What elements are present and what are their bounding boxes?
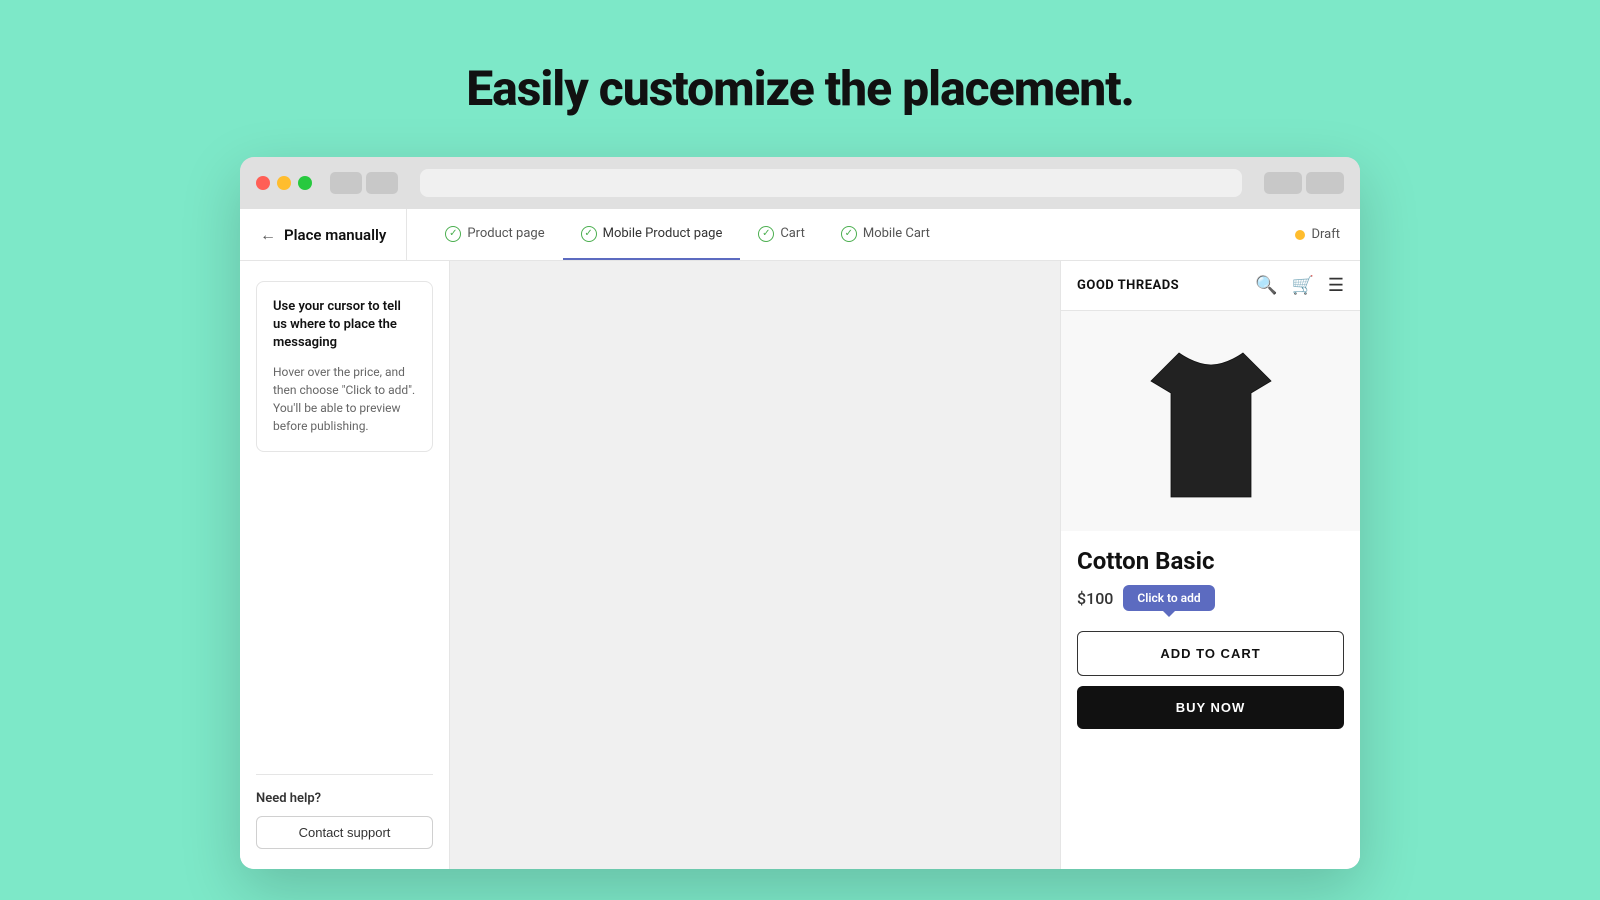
tab-label-mobile-product: Mobile Product page [603,226,723,241]
draft-dot-icon [1295,230,1305,240]
search-icon[interactable]: 🔍 [1255,275,1277,296]
need-help-label: Need help? [256,791,433,806]
tab-label-cart: Cart [780,226,805,241]
left-sidebar: Use your cursor to tell us where to plac… [240,261,450,869]
back-button[interactable]: ← Place manually [260,209,407,260]
instruction-body: Hover over the price, and then choose "C… [273,363,416,435]
instruction-title: Use your cursor to tell us where to plac… [273,298,416,353]
nav-tabs: ✓ Product page ✓ Mobile Product page ✓ C… [427,209,948,260]
browser-nav-buttons [1264,172,1344,194]
traffic-lights [256,176,312,190]
product-name: Cotton Basic [1077,547,1344,575]
menu-icon[interactable]: ☰ [1328,275,1344,296]
tab-check-mobile-product: ✓ [581,226,597,242]
add-to-cart-button[interactable]: ADD TO CART [1077,631,1344,676]
product-image [1131,335,1291,515]
browser-content: ← Place manually ✓ Product page ✓ Mobile… [240,209,1360,869]
minimize-button[interactable] [277,176,291,190]
back-arrow-icon: ← [260,225,276,245]
draft-badge: Draft [1295,227,1340,242]
chrome-tab-buttons [330,172,398,194]
browser-btn-2[interactable] [1306,172,1344,194]
chrome-tab-2[interactable] [366,172,398,194]
page-title: Place manually [284,226,386,244]
price-text: $100 [1077,589,1113,608]
tab-product-page[interactable]: ✓ Product page [427,209,562,260]
buy-now-button[interactable]: BUY NOW [1077,686,1344,729]
need-help-section: Need help? Contact support [256,774,433,849]
draft-label: Draft [1311,227,1340,242]
contact-support-button[interactable]: Contact support [256,816,433,849]
tab-cart[interactable]: ✓ Cart [740,209,823,260]
click-to-add-bubble[interactable]: Click to add [1123,585,1214,611]
tab-label-product-page: Product page [467,226,544,241]
main-layout: Use your cursor to tell us where to plac… [240,261,1360,869]
sidebar-spacer [256,472,433,754]
product-image-area [1061,311,1360,531]
tab-check-product-page: ✓ [445,226,461,242]
browser-window: ← Place manually ✓ Product page ✓ Mobile… [240,157,1360,869]
mobile-preview: GOOD THREADS 🔍 🛒 ☰ Cotton [1060,261,1360,869]
instruction-box: Use your cursor to tell us where to plac… [256,281,433,452]
tab-label-mobile-cart: Mobile Cart [863,226,930,241]
close-button[interactable] [256,176,270,190]
product-details: Cotton Basic $100 Click to add ADD TO CA… [1061,531,1360,745]
maximize-button[interactable] [298,176,312,190]
cart-icon[interactable]: 🛒 [1291,275,1313,296]
browser-btn-1[interactable] [1264,172,1302,194]
tab-check-mobile-cart: ✓ [841,226,857,242]
store-header: GOOD THREADS 🔍 🛒 ☰ [1061,261,1360,311]
tab-check-cart: ✓ [758,226,774,242]
store-name: GOOD THREADS [1077,278,1179,293]
browser-chrome [240,157,1360,209]
app-nav: ← Place manually ✓ Product page ✓ Mobile… [240,209,1360,261]
tab-mobile-product-page[interactable]: ✓ Mobile Product page [563,209,741,260]
tab-mobile-cart[interactable]: ✓ Mobile Cart [823,209,948,260]
address-bar[interactable] [420,169,1242,197]
chrome-tab-1[interactable] [330,172,362,194]
store-icons: 🔍 🛒 ☰ [1255,275,1344,296]
center-preview [450,261,1060,869]
hero-heading: Easily customize the placement. [466,60,1134,117]
price-row: $100 Click to add [1077,585,1344,611]
